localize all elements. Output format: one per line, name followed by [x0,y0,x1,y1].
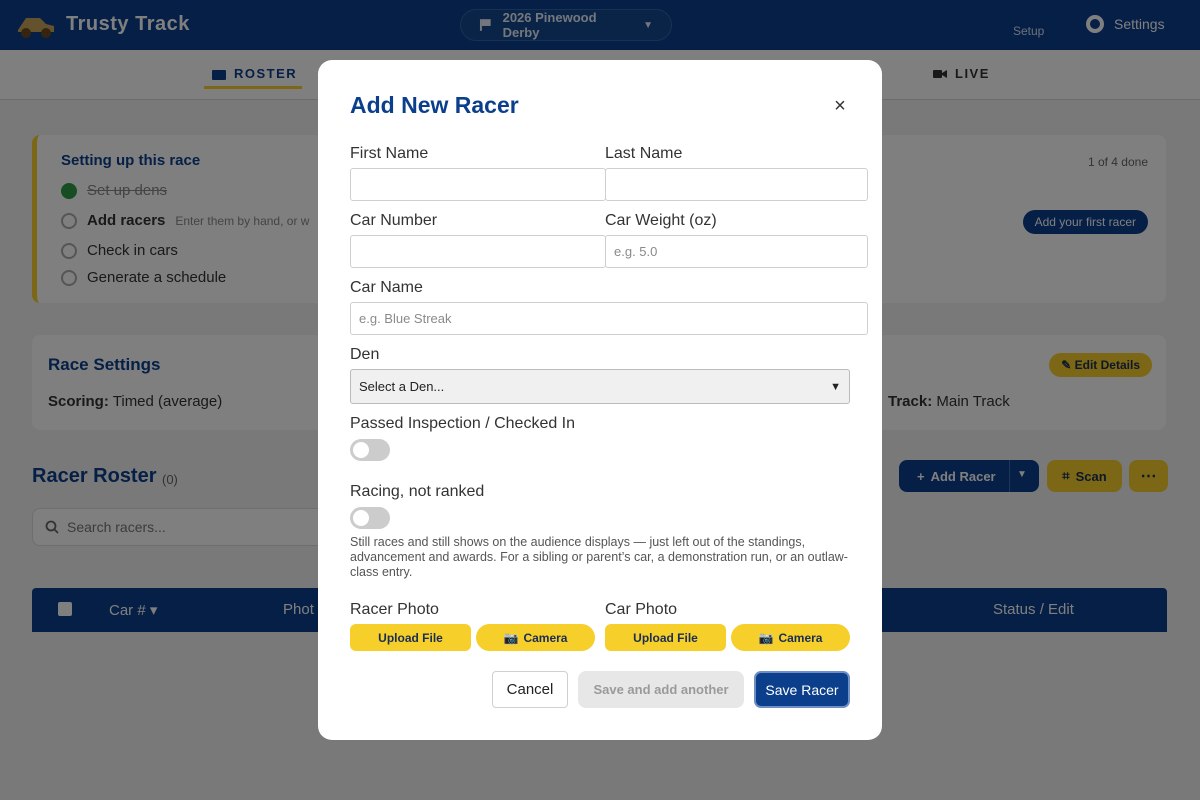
close-icon[interactable]: × [830,95,850,117]
den-label: Den [350,346,380,363]
add-racer-modal: Add New Racer × First Name Last Name Car… [318,60,882,740]
cancel-button[interactable]: Cancel [492,671,568,708]
last-name-input[interactable] [605,168,868,201]
car-weight-input[interactable] [605,235,868,268]
car-weight-label: Car Weight (oz) [605,212,717,229]
car-number-label: Car Number [350,212,438,229]
racer-photo-camera-label: Camera [523,630,568,645]
chevron-down-icon: ▼ [830,380,841,393]
car-name-input[interactable] [350,302,868,335]
camera-icon: 📷 [503,630,519,645]
car-photo-camera-label: Camera [778,630,823,645]
modal-title: Add New Racer [350,92,519,118]
racing-not-ranked-help: Still races and still shows on the audie… [350,535,848,579]
racing-not-ranked-label: Racing, not ranked [350,483,485,500]
toggle-knob [353,442,369,458]
den-select[interactable]: Select a Den... ▼ [350,369,850,404]
racer-photo-upload-button[interactable]: Upload File [350,624,471,651]
car-photo-label: Car Photo [605,601,678,618]
first-name-input[interactable] [350,168,606,201]
car-photo-upload-button[interactable]: Upload File [605,624,726,651]
car-name-label: Car Name [350,279,423,296]
toggle-knob [353,510,369,526]
passed-inspection-label: Passed Inspection / Checked In [350,415,576,432]
den-select-value: Select a Den... [359,379,445,394]
first-name-label: First Name [350,145,429,162]
car-number-input[interactable] [350,235,606,268]
racer-photo-camera-button[interactable]: 📷 Camera [476,624,595,651]
camera-icon: 📷 [758,630,774,645]
passed-inspection-toggle[interactable] [350,439,390,461]
car-photo-camera-button[interactable]: 📷 Camera [731,624,850,651]
last-name-label: Last Name [605,145,683,162]
save-and-add-another-button[interactable]: Save and add another [578,671,744,708]
save-racer-button[interactable]: Save Racer [754,671,850,708]
racer-photo-label: Racer Photo [350,601,439,618]
racing-not-ranked-toggle[interactable] [350,507,390,529]
